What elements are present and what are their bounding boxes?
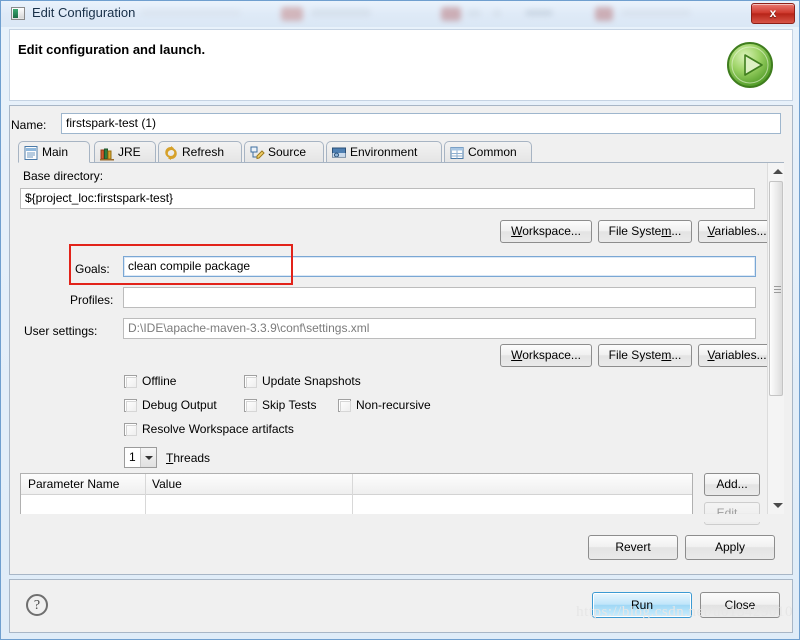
edit-configuration-window: Edit Configuration x Edit configuration …	[0, 0, 800, 640]
content-clip	[18, 514, 784, 522]
checkbox-resolve-workspace-artifacts[interactable]	[124, 423, 137, 436]
checkbox-offline-label: Offline	[142, 374, 177, 388]
watermark: https://blog.csdn.net/u013429010	[576, 604, 793, 620]
tab-environment-label: Environment	[350, 145, 418, 159]
main-tab-content: Base directory: ${project_loc:firstspark…	[18, 163, 784, 525]
column-divider-2	[352, 474, 353, 519]
scroll-down-arrow[interactable]	[768, 497, 784, 514]
base-directory-file-system-button[interactable]: File System...	[598, 220, 692, 243]
goals-label: Goals:	[75, 262, 110, 276]
checkbox-skip-tests-label: Skip Tests	[262, 398, 317, 412]
tab-source-label: Source	[268, 145, 307, 159]
checkbox-update-snapshots-label: Update Snapshots	[262, 374, 361, 388]
main-document-icon	[23, 145, 39, 161]
scrollbar-thumb[interactable]	[769, 181, 783, 396]
base-directory-variables-button[interactable]: Variables...	[698, 220, 776, 243]
goals-input[interactable]: clean compile package	[123, 256, 756, 277]
tab-common-label: Common	[468, 145, 517, 159]
name-label: Name:	[11, 118, 47, 132]
header-title: Edit configuration and launch.	[18, 42, 206, 57]
checkbox-skip-tests[interactable]	[244, 399, 257, 412]
column-divider-1	[145, 474, 146, 519]
dialog-header: Edit configuration and launch.	[9, 29, 793, 101]
tab-jre-label: JRE	[118, 145, 141, 159]
window-title: Edit Configuration	[32, 5, 136, 20]
checkbox-non-recursive-label: Non-recursive	[356, 398, 431, 412]
tab-refresh[interactable]: Refresh	[158, 141, 242, 163]
profiles-label: Profiles:	[70, 293, 114, 307]
checkbox-debug-output[interactable]	[124, 399, 137, 412]
content-scrollbar[interactable]	[767, 163, 784, 514]
column-header-value: Value	[152, 477, 182, 491]
tab-strip: Main JRE Refresh Source Environment Comm…	[18, 141, 784, 163]
checkbox-debug-output-label: Debug Output	[142, 398, 217, 412]
tab-common[interactable]: Common	[444, 141, 532, 163]
window-icon	[11, 7, 25, 20]
user-settings-input[interactable]: D:\IDE\apache-maven-3.3.9\conf\settings.…	[123, 318, 756, 339]
revert-button[interactable]: Revert	[588, 535, 678, 560]
refresh-arrows-icon	[163, 145, 179, 161]
source-pencil-icon	[249, 145, 265, 161]
tab-source[interactable]: Source	[244, 141, 324, 163]
close-window-button[interactable]: x	[751, 3, 795, 24]
name-input[interactable]: firstspark-test (1)	[61, 113, 781, 134]
add-parameter-button[interactable]: Add...	[704, 473, 760, 496]
user-settings-label: User settings:	[24, 324, 98, 338]
base-directory-label: Base directory:	[23, 169, 104, 183]
parameters-table-header: Parameter Name Value	[21, 474, 692, 495]
base-directory-input[interactable]: ${project_loc:firstspark-test}	[20, 188, 755, 209]
tab-jre[interactable]: JRE	[94, 141, 156, 163]
common-table-icon	[449, 145, 465, 161]
chevron-down-icon[interactable]	[140, 448, 156, 467]
profiles-input[interactable]	[123, 287, 756, 308]
threads-combo-value: 1	[129, 450, 136, 464]
tab-main[interactable]: Main	[18, 141, 90, 163]
checkbox-update-snapshots[interactable]	[244, 375, 257, 388]
environment-icon	[331, 145, 347, 161]
checkbox-offline[interactable]	[124, 375, 137, 388]
tab-environment[interactable]: Environment	[326, 141, 442, 163]
tab-main-label: Main	[42, 145, 69, 159]
threads-combo[interactable]: 1	[124, 447, 157, 468]
user-settings-variables-button[interactable]: Variables...	[698, 344, 776, 367]
help-icon[interactable]: ?	[26, 594, 48, 616]
checkbox-resolve-workspace-artifacts-label: Resolve Workspace artifacts	[142, 422, 294, 436]
run-play-icon	[724, 39, 776, 91]
threads-label: Threads	[166, 451, 211, 465]
parameters-table[interactable]: Parameter Name Value	[20, 473, 693, 519]
user-settings-workspace-button[interactable]: Workspace...	[500, 344, 592, 367]
checkbox-non-recursive[interactable]	[338, 399, 351, 412]
title-bar: Edit Configuration x	[1, 1, 799, 27]
user-settings-file-system-button[interactable]: File System...	[598, 344, 692, 367]
jre-library-icon	[99, 145, 115, 161]
tab-refresh-label: Refresh	[182, 145, 225, 159]
apply-button[interactable]: Apply	[685, 535, 775, 560]
column-header-parameter-name: Parameter Name	[28, 477, 120, 491]
scroll-up-arrow[interactable]	[768, 163, 784, 180]
base-directory-workspace-button[interactable]: Workspace...	[500, 220, 592, 243]
